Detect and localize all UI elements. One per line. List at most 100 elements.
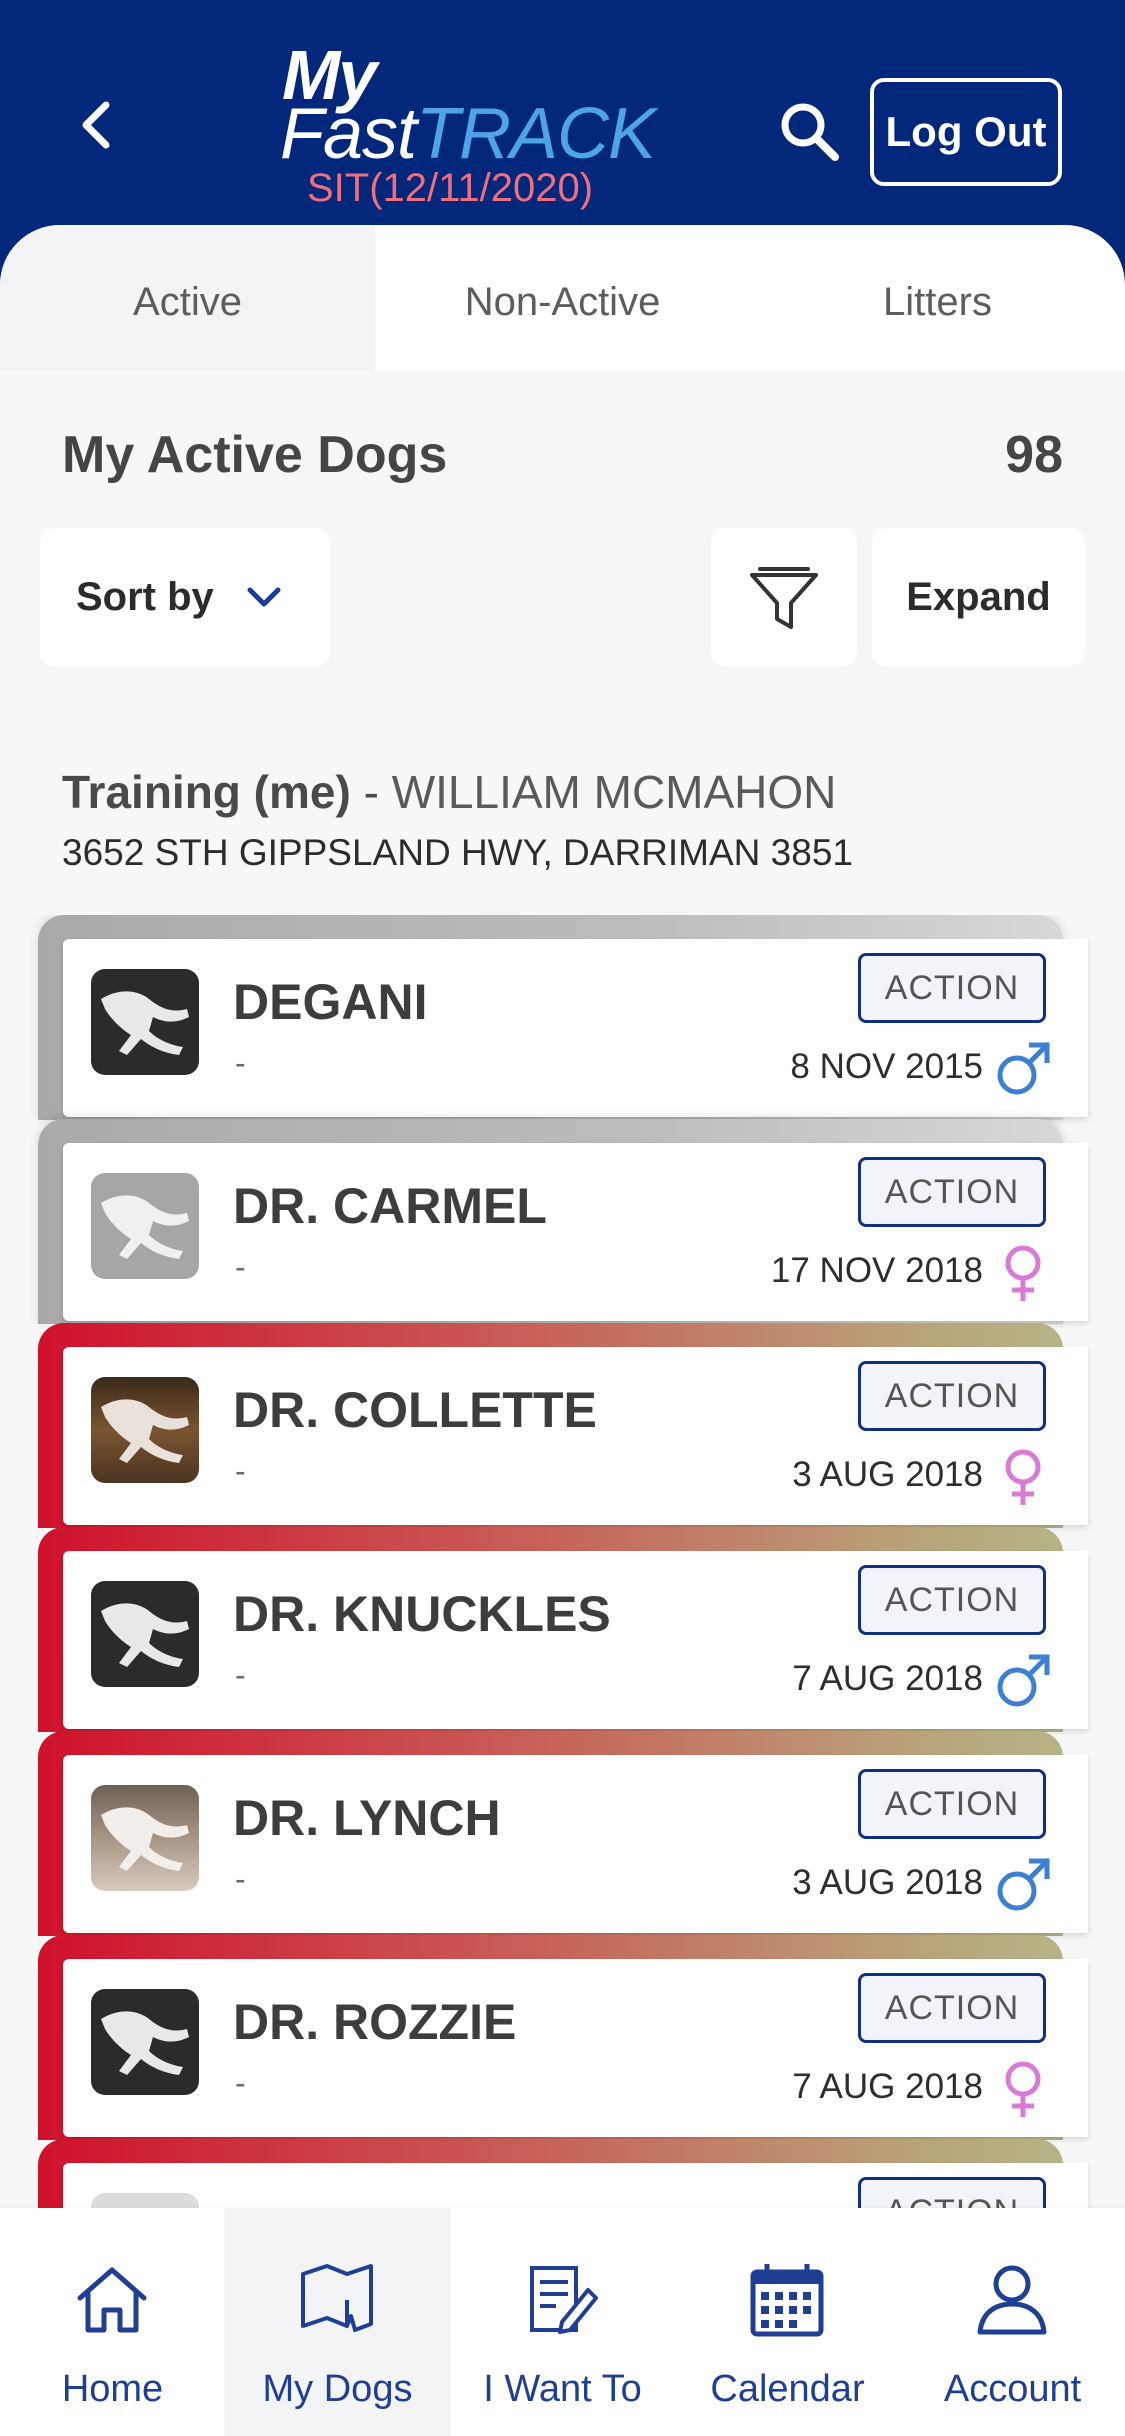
nav-my-dogs[interactable]: My Dogs	[225, 2208, 450, 2436]
greyhound-icon	[91, 1785, 199, 1891]
female-icon	[1005, 1449, 1041, 1505]
trainer-role: Training (me)	[62, 766, 351, 818]
dog-birth-date: 3 AUG 2018	[792, 1863, 983, 1902]
action-button[interactable]: ACTION	[858, 1157, 1046, 1227]
trainer-address: 3652 STH GIPPSLAND HWY, DARRIMAN 3851	[62, 832, 853, 873]
expand-button[interactable]: Expand	[872, 528, 1085, 666]
bottom-nav: Home My Dogs I Want To Calendar Account	[0, 2208, 1125, 2436]
logo-fasttrack: FastTRACK	[280, 98, 656, 170]
dog-avatar	[91, 1989, 199, 2095]
dog-card[interactable]: DR. CARMEL - ACTION 17 NOV 2018	[63, 1143, 1088, 1321]
dog-name: DR. LYNCH	[233, 1790, 501, 1846]
dog-birth-date: 7 AUG 2018	[792, 2067, 983, 2106]
dog-subtitle: -	[235, 1249, 246, 1285]
dog-row[interactable]: DR. COLLETTE - ACTION 3 AUG 2018	[38, 1323, 1088, 1528]
logo-fast: Fast	[280, 94, 417, 174]
dog-subtitle: -	[235, 1657, 246, 1693]
nav-account-label: Account	[943, 2368, 1082, 2410]
dog-avatar	[91, 1173, 199, 1279]
greyhound-icon	[91, 1173, 199, 1279]
greyhound-icon	[91, 969, 199, 1075]
dog-name: DR. ROZZIE	[233, 1994, 517, 2050]
greyhound-icon	[91, 1989, 199, 2095]
greyhound-icon	[91, 1377, 199, 1483]
dog-name: DEGANI	[233, 974, 428, 1030]
search-icon	[781, 103, 839, 161]
calendar-icon	[750, 2264, 824, 2337]
dog-avatar	[91, 1377, 199, 1483]
nav-i-want-to[interactable]: I Want To	[450, 2208, 675, 2436]
page-title: My Active Dogs	[62, 426, 448, 484]
nav-account[interactable]: Account	[900, 2208, 1125, 2436]
trainer-separator: -	[350, 766, 392, 818]
dog-name: DR. KNUCKLES	[233, 1586, 611, 1642]
dog-birth-date: 7 AUG 2018	[792, 1659, 983, 1698]
action-button[interactable]: ACTION	[858, 953, 1046, 1023]
dog-list: DEGANI - ACTION 8 NOV 2015 DR. CARMEL - …	[0, 915, 1125, 2208]
trainer-name: WILLIAM MCMAHON	[391, 766, 837, 818]
filter-icon	[750, 567, 818, 629]
nav-home[interactable]: Home	[0, 2208, 225, 2436]
nav-i-want-to-label: I Want To	[483, 2368, 642, 2410]
dog-avatar	[91, 2193, 199, 2208]
dog-avatar	[91, 1581, 199, 1687]
edit-document-icon	[530, 2266, 598, 2334]
dog-card[interactable]: ACTION	[63, 2163, 1088, 2208]
sort-by-button[interactable]: Sort by	[40, 528, 330, 666]
dog-card[interactable]: DEGANI - ACTION 8 NOV 2015	[63, 939, 1088, 1117]
female-icon	[1005, 2061, 1041, 2117]
greyhound-icon	[91, 1581, 199, 1687]
dog-avatar	[91, 969, 199, 1075]
dog-row[interactable]: DEGANI - ACTION 8 NOV 2015	[38, 915, 1088, 1120]
dog-birth-date: 8 NOV 2015	[790, 1047, 983, 1086]
action-button[interactable]: ACTION	[858, 1973, 1046, 2043]
male-icon	[997, 1654, 1050, 1707]
male-icon	[997, 1042, 1050, 1095]
back-button[interactable]	[72, 95, 122, 155]
dog-name: DR. CARMEL	[233, 1178, 547, 1234]
user-icon	[977, 2265, 1047, 2335]
action-button[interactable]: ACTION	[858, 2177, 1046, 2208]
chevron-left-icon	[82, 101, 110, 149]
dog-row[interactable]: DR. CARMEL - ACTION 17 NOV 2018	[38, 1119, 1088, 1324]
home-icon	[77, 2267, 147, 2333]
tab-non-active[interactable]: Non-Active	[375, 225, 750, 370]
dog-subtitle: -	[235, 2065, 246, 2101]
search-button[interactable]	[775, 97, 845, 167]
trainer-heading: Training (me) - WILLIAM MCMAHON	[62, 765, 836, 819]
app-logo: My FastTRACK SIT(12/11/2020)	[270, 40, 656, 215]
action-button[interactable]: ACTION	[858, 1361, 1046, 1431]
greyhound-icon	[91, 2193, 199, 2208]
chevron-down-icon	[247, 587, 281, 607]
nav-home-label: Home	[61, 2368, 164, 2410]
action-button[interactable]: ACTION	[858, 1769, 1046, 1839]
dog-row-partial[interactable]: ACTION	[38, 2139, 1088, 2208]
dog-card[interactable]: DR. KNUCKLES - ACTION 7 AUG 2018	[63, 1551, 1088, 1729]
environment-label: SIT(12/11/2020)	[307, 166, 594, 210]
dog-card[interactable]: DR. COLLETTE - ACTION 3 AUG 2018	[63, 1347, 1088, 1525]
logout-button[interactable]: Log Out	[870, 78, 1062, 186]
dog-card[interactable]: DR. LYNCH - ACTION 3 AUG 2018	[63, 1755, 1088, 1933]
sort-by-label: Sort by	[76, 574, 214, 619]
female-icon	[1005, 1245, 1041, 1301]
dog-birth-date: 17 NOV 2018	[770, 1251, 983, 1290]
dog-subtitle: -	[235, 1861, 246, 1897]
dog-status-tabs: Active Non-Active Litters	[0, 225, 1125, 370]
dog-row[interactable]: DR. ROZZIE - ACTION 7 AUG 2018	[38, 1935, 1088, 2140]
dog-row[interactable]: DR. LYNCH - ACTION 3 AUG 2018	[38, 1731, 1088, 1936]
filter-button[interactable]	[711, 528, 857, 666]
dog-name: DR. COLLETTE	[233, 1382, 597, 1438]
action-button[interactable]: ACTION	[858, 1565, 1046, 1635]
nav-calendar-label: Calendar	[710, 2368, 865, 2410]
dog-row[interactable]: DR. KNUCKLES - ACTION 7 AUG 2018	[38, 1527, 1088, 1732]
logo-track: TRACK	[416, 94, 656, 174]
dog-avatar	[91, 1785, 199, 1891]
tab-active[interactable]: Active	[0, 225, 375, 370]
dog-birth-date: 3 AUG 2018	[792, 1455, 983, 1494]
dog-count: 98	[1005, 426, 1063, 484]
male-icon	[997, 1858, 1050, 1911]
tab-litters[interactable]: Litters	[750, 225, 1125, 370]
dog-card[interactable]: DR. ROZZIE - ACTION 7 AUG 2018	[63, 1959, 1088, 2137]
nav-calendar[interactable]: Calendar	[675, 2208, 900, 2436]
dog-subtitle: -	[235, 1045, 246, 1081]
